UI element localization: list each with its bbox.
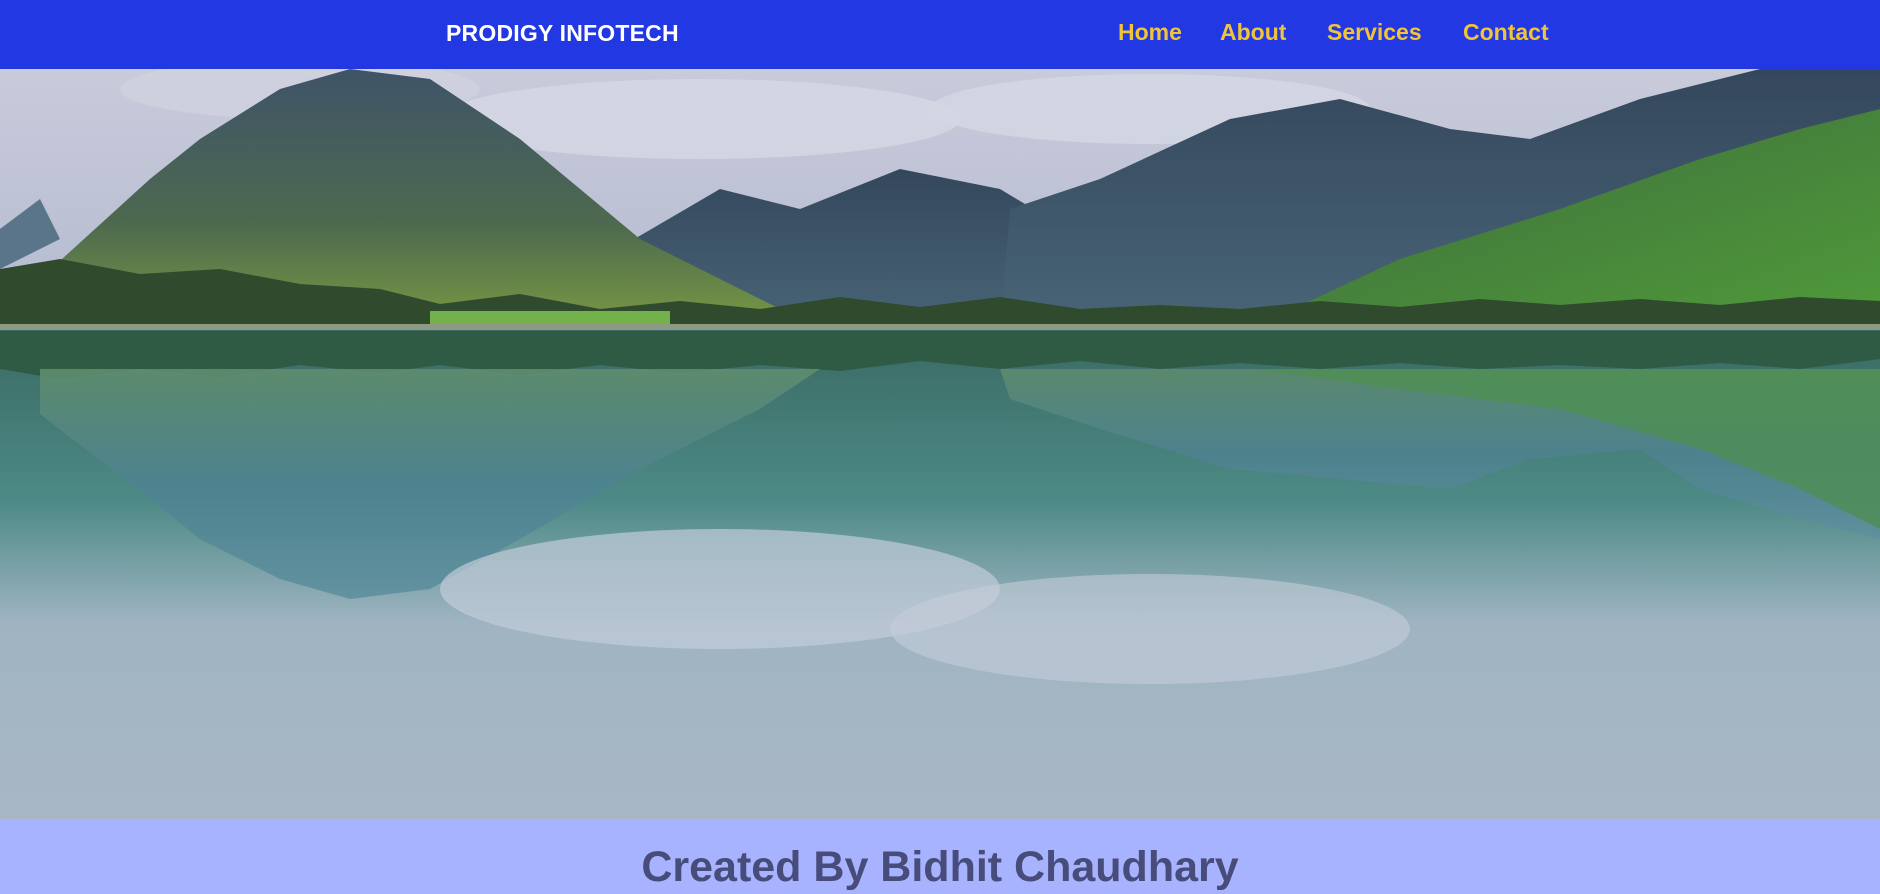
footer-credit-text: Created By Bidhit Chaudhary (641, 843, 1239, 891)
nav-link-about[interactable]: About (1220, 19, 1286, 46)
nav-link-home[interactable]: Home (1118, 19, 1182, 46)
nav-link-contact[interactable]: Contact (1463, 19, 1549, 46)
hero-image (0, 69, 1880, 819)
footer: Created By Bidhit Chaudhary (0, 819, 1880, 894)
navbar: PRODIGY INFOTECH Home About Services Con… (0, 0, 1880, 69)
landscape-illustration (0, 69, 1880, 819)
nav-links: Home About Services Contact (0, 19, 1880, 49)
nav-link-services[interactable]: Services (1327, 19, 1422, 46)
